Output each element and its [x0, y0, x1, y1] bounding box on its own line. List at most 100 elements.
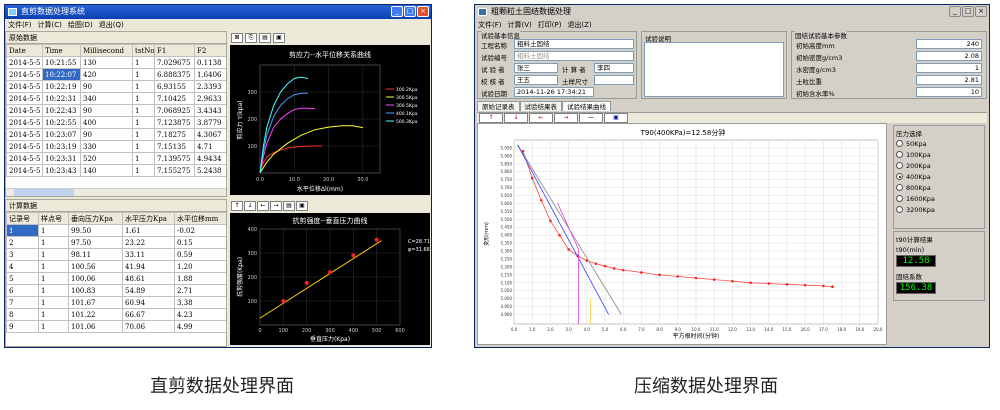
- raw-cell[interactable]: 2014-5-5: [6, 152, 43, 165]
- arrow-up-icon[interactable]: ↑: [231, 201, 243, 211]
- raw-col-header[interactable]: Millisecond: [80, 44, 133, 57]
- raw-cell[interactable]: 1.6406: [194, 68, 226, 81]
- raw-cell[interactable]: 10:23:31: [42, 152, 81, 165]
- raw-cell[interactable]: 6.93155: [154, 80, 195, 93]
- raw-cell[interactable]: 10:22:31: [42, 92, 81, 105]
- raw-cell[interactable]: 1: [132, 68, 155, 81]
- calc-cell[interactable]: 97.50: [68, 236, 123, 249]
- raw-cell[interactable]: 10:22:43: [42, 104, 81, 117]
- calc-cell[interactable]: 54.89: [122, 284, 175, 297]
- raw-cell[interactable]: 0.1138: [194, 56, 226, 69]
- raw-cell[interactable]: 2014-5-5: [6, 92, 43, 105]
- calc-cell[interactable]: 1: [6, 224, 39, 237]
- table-row[interactable]: 5 1 100.06 48.61 1.88: [6, 272, 226, 285]
- raw-cell[interactable]: 2014-5-5: [6, 68, 43, 81]
- calc-cell[interactable]: 101.06: [68, 320, 123, 333]
- raw-cell[interactable]: 10:22:07: [42, 68, 81, 81]
- close-button[interactable]: ×: [417, 6, 429, 17]
- save-icon[interactable]: ▣: [273, 33, 285, 43]
- raw-cell[interactable]: 10:23:07: [42, 128, 81, 141]
- calc-cell[interactable]: 3: [6, 248, 39, 261]
- arrow-right-icon[interactable]: →: [270, 201, 282, 211]
- menu-calc[interactable]: 计算(C): [38, 19, 62, 31]
- calc-cell[interactable]: 0.59: [174, 248, 226, 261]
- raw-col-header[interactable]: Date: [6, 44, 43, 57]
- calc-cell[interactable]: 2.71: [174, 284, 226, 297]
- print-icon[interactable]: ▤: [283, 201, 295, 211]
- raw-cell[interactable]: 10:21:55: [42, 56, 81, 69]
- copy-icon[interactable]: ⎘: [245, 33, 257, 43]
- param-input[interactable]: 240: [916, 39, 982, 49]
- raw-cell[interactable]: 4.9434: [194, 152, 226, 165]
- raw-cell[interactable]: 6.888375: [154, 68, 195, 81]
- raw-cell[interactable]: 2014-5-5: [6, 164, 43, 177]
- calc-col-header[interactable]: 水平位移mm: [174, 212, 226, 225]
- raw-cell[interactable]: 10:22:19: [42, 80, 81, 93]
- menu-file[interactable]: 文件(F): [8, 19, 32, 31]
- raw-cell[interactable]: 3.4343: [194, 104, 226, 117]
- table-row[interactable]: 2014-5-5 10:22:55 400 1 7.123875 3.8779: [6, 116, 226, 129]
- raw-col-header[interactable]: F1: [154, 44, 195, 57]
- pressure-radio[interactable]: 1600Kpa: [896, 193, 982, 204]
- calc-cell[interactable]: 9: [6, 320, 39, 333]
- calc-cell[interactable]: 1: [38, 224, 69, 237]
- calc-cell[interactable]: 60.94: [122, 296, 175, 309]
- arrow-down-icon[interactable]: ↓: [504, 113, 528, 123]
- calc-cell[interactable]: 3.38: [174, 296, 226, 309]
- raw-cell[interactable]: 4.71: [194, 140, 226, 153]
- close-button[interactable]: ×: [975, 6, 987, 17]
- raw-cell[interactable]: 90: [80, 104, 133, 117]
- test-number-input[interactable]: 粗料土固结: [514, 51, 634, 61]
- table-row[interactable]: 8 1 101.22 66.67 4.23: [6, 308, 226, 321]
- sample-size-input[interactable]: [594, 75, 634, 85]
- calc-cell[interactable]: 41.94: [122, 260, 175, 273]
- raw-cell[interactable]: 2014-5-5: [6, 128, 43, 141]
- maximize-button[interactable]: □: [962, 6, 974, 17]
- raw-cell[interactable]: 1: [132, 80, 155, 93]
- table-row[interactable]: 7 1 101.67 60.94 3.38: [6, 296, 226, 309]
- table-row[interactable]: 2014-5-5 10:21:55 130 1 7.029675 0.1138: [6, 56, 226, 69]
- line-icon[interactable]: —: [579, 113, 603, 123]
- calc-cell[interactable]: 1: [38, 248, 69, 261]
- raw-cell[interactable]: 7.155275: [154, 164, 195, 177]
- raw-cell[interactable]: 1: [132, 116, 155, 129]
- raw-cell[interactable]: 420: [80, 68, 133, 81]
- table-row[interactable]: 1 1 99.50 1.61 -0.02: [6, 224, 226, 237]
- calc-cell[interactable]: 1.88: [174, 272, 226, 285]
- project-name-input[interactable]: 粗料土固结: [514, 39, 634, 49]
- raw-cell[interactable]: 1: [132, 152, 155, 165]
- raw-cell[interactable]: 7.10425: [154, 92, 195, 105]
- calc-cell[interactable]: 8: [6, 308, 39, 321]
- raw-cell[interactable]: 400: [80, 116, 133, 129]
- menu-print[interactable]: 打印(P): [538, 19, 562, 31]
- tab-raw-record[interactable]: 原始记录表: [477, 101, 520, 111]
- table-row[interactable]: 2014-5-5 10:22:31 340 1 7.10425 2.9633: [6, 92, 226, 105]
- arrow-down-icon[interactable]: ↓: [244, 201, 256, 211]
- raw-col-header[interactable]: F2: [194, 44, 226, 57]
- raw-cell[interactable]: 2014-5-5: [6, 104, 43, 117]
- raw-cell[interactable]: 1: [132, 140, 155, 153]
- pressure-radio[interactable]: 50Kpa: [896, 138, 982, 149]
- menu-draw[interactable]: 绘图(D): [68, 19, 93, 31]
- raw-cell[interactable]: 1: [132, 164, 155, 177]
- calculator-input[interactable]: 李四: [594, 63, 634, 73]
- calc-cell[interactable]: 4.23: [174, 308, 226, 321]
- arrow-up-icon[interactable]: ↑: [479, 113, 503, 123]
- raw-cell[interactable]: 90: [80, 80, 133, 93]
- checker-input[interactable]: 王五: [514, 75, 558, 85]
- calc-cell[interactable]: 48.61: [122, 272, 175, 285]
- calc-cell[interactable]: 4: [6, 260, 39, 273]
- test-date-input[interactable]: 2014-11-26 17:34:21: [514, 87, 594, 97]
- calc-col-header[interactable]: 记录号: [6, 212, 39, 225]
- arrow-left-icon[interactable]: ←: [257, 201, 269, 211]
- raw-cell[interactable]: 4.3067: [194, 128, 226, 141]
- raw-cell[interactable]: 7.068925: [154, 104, 195, 117]
- arrow-left-icon[interactable]: ←: [529, 113, 553, 123]
- raw-cell[interactable]: 1: [132, 128, 155, 141]
- raw-cell[interactable]: 2014-5-5: [6, 80, 43, 93]
- description-textarea[interactable]: [644, 42, 784, 97]
- calc-cell[interactable]: 1: [38, 308, 69, 321]
- raw-cell[interactable]: 7.18275: [154, 128, 195, 141]
- minimize-button[interactable]: _: [391, 6, 403, 17]
- calc-cell[interactable]: 66.67: [122, 308, 175, 321]
